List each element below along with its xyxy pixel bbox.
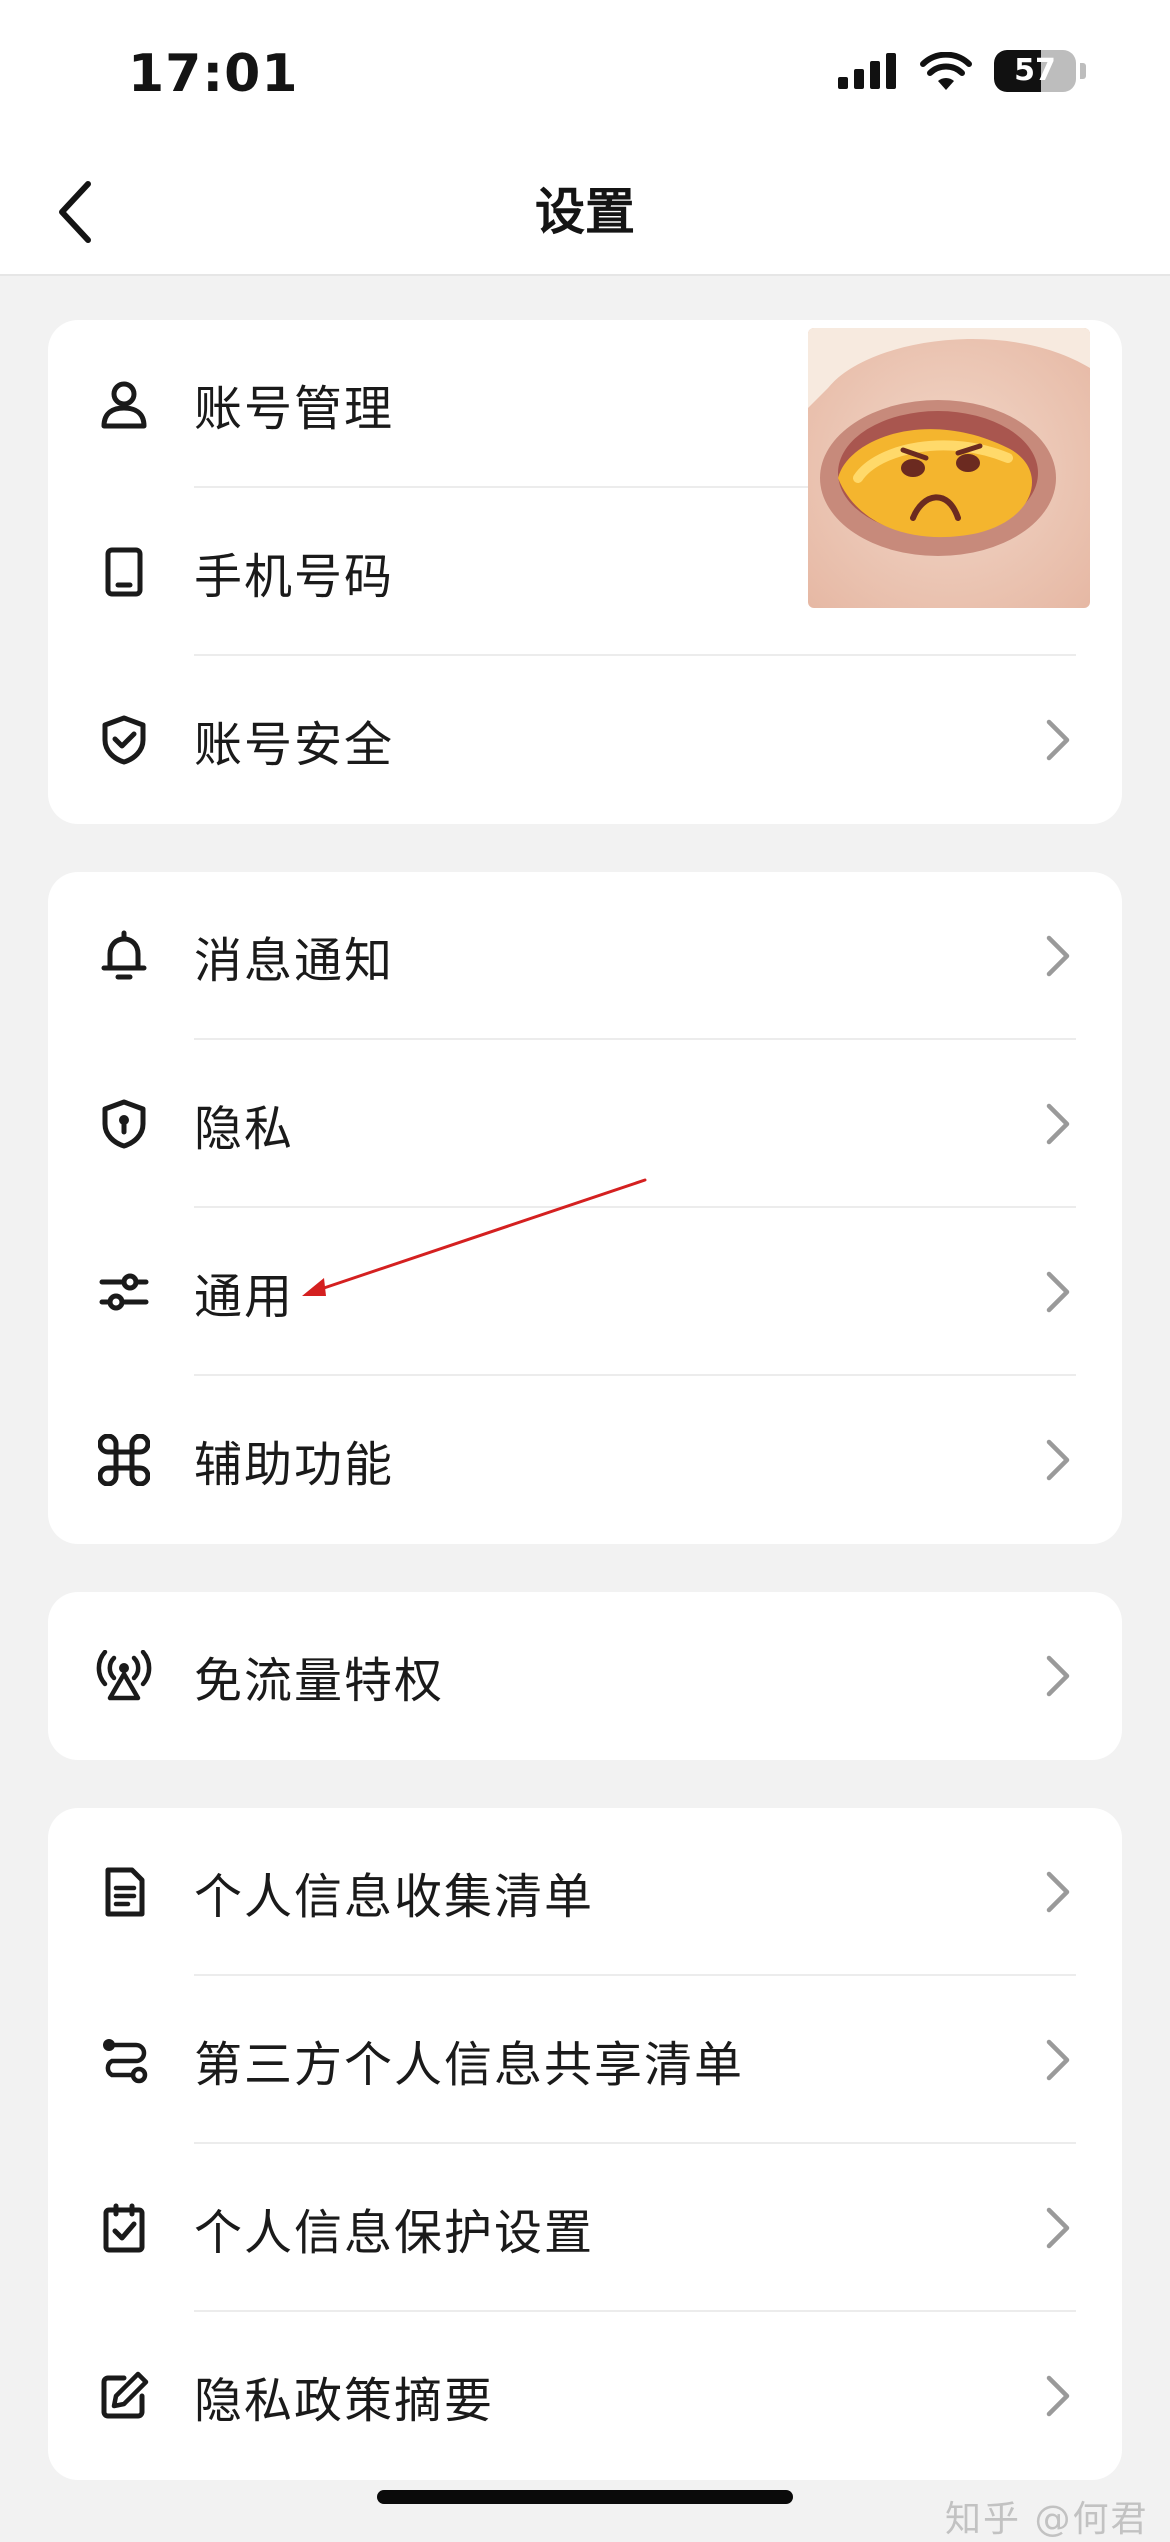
bell-icon	[94, 926, 154, 986]
chevron-right-icon	[1038, 1096, 1078, 1152]
checkbox-doc-icon	[94, 2198, 154, 2258]
person-icon	[94, 374, 154, 434]
command-icon	[94, 1430, 154, 1490]
watermark: 知乎 @何君	[945, 2499, 1149, 2540]
nav-bar: 设置	[0, 150, 1170, 276]
shield-check-icon	[94, 710, 154, 770]
share-route-icon	[94, 2030, 154, 2090]
document-icon	[94, 1862, 154, 1922]
page-title: 设置	[535, 183, 635, 241]
sliders-icon	[94, 1262, 154, 1322]
settings-item-label: 手机号码	[194, 549, 395, 605]
chevron-right-icon	[1038, 712, 1078, 768]
settings-item-info-collection-list[interactable]: 个人信息收集清单	[48, 1808, 1122, 1976]
chevron-right-icon	[1038, 928, 1078, 984]
settings-item-general[interactable]: 通用	[48, 1208, 1122, 1376]
status-time: 17:01	[128, 44, 299, 104]
settings-item-label: 账号安全	[194, 717, 395, 773]
wifi-icon	[920, 52, 972, 90]
cellular-signal-icon	[838, 53, 896, 89]
settings-item-free-data[interactable]: 免流量特权	[48, 1592, 1122, 1760]
battery-icon: 57	[994, 50, 1076, 92]
settings-item-label: 隐私政策摘要	[194, 2373, 495, 2429]
battery-level: 57	[1014, 53, 1056, 88]
home-indicator	[377, 2490, 793, 2504]
settings-item-label: 免流量特权	[194, 1653, 445, 1709]
shield-lock-icon	[94, 1094, 154, 1154]
settings-card-general: 消息通知 隐私 通用 辅助功能	[48, 872, 1122, 1544]
battery-tip	[1080, 63, 1086, 79]
settings-item-label: 个人信息保护设置	[194, 2205, 595, 2261]
chevron-right-icon	[1038, 2200, 1078, 2256]
settings-item-label: 第三方个人信息共享清单	[194, 2037, 745, 2093]
chevron-right-icon	[1038, 1648, 1078, 1704]
chevron-right-icon	[1038, 1264, 1078, 1320]
settings-item-accessibility[interactable]: 辅助功能	[48, 1376, 1122, 1544]
settings-item-privacy[interactable]: 隐私	[48, 1040, 1122, 1208]
chevron-right-icon	[1038, 2368, 1078, 2424]
settings-item-label: 隐私	[194, 1101, 295, 1157]
settings-item-info-protection[interactable]: 个人信息保护设置	[48, 2144, 1122, 2312]
settings-item-privacy-policy-summary[interactable]: 隐私政策摘要	[48, 2312, 1122, 2480]
chevron-right-icon	[1038, 1864, 1078, 1920]
phone-icon	[94, 542, 154, 602]
status-bar: 17:01 57	[0, 0, 1170, 150]
settings-item-third-party-sharing-list[interactable]: 第三方个人信息共享清单	[48, 1976, 1122, 2144]
settings-item-label: 辅助功能	[194, 1437, 395, 1493]
settings-item-label: 账号管理	[194, 381, 395, 437]
chevron-right-icon	[1038, 2032, 1078, 2088]
sticker-image	[808, 328, 1090, 608]
edit-icon	[94, 2366, 154, 2426]
settings-item-label: 通用	[194, 1269, 295, 1325]
settings-item-label: 消息通知	[194, 933, 395, 989]
broadcast-icon	[94, 1646, 154, 1706]
settings-item-notifications[interactable]: 消息通知	[48, 872, 1122, 1040]
status-icons: 57	[838, 50, 1086, 92]
settings-item-account-security[interactable]: 账号安全	[48, 656, 1122, 824]
settings-item-label: 个人信息收集清单	[194, 1869, 595, 1925]
settings-card-personal-info: 个人信息收集清单 第三方个人信息共享清单 个人信息保护设置 隐私政策摘要	[48, 1808, 1122, 2480]
chevron-right-icon	[1038, 1432, 1078, 1488]
settings-card-data: 免流量特权	[48, 1592, 1122, 1760]
